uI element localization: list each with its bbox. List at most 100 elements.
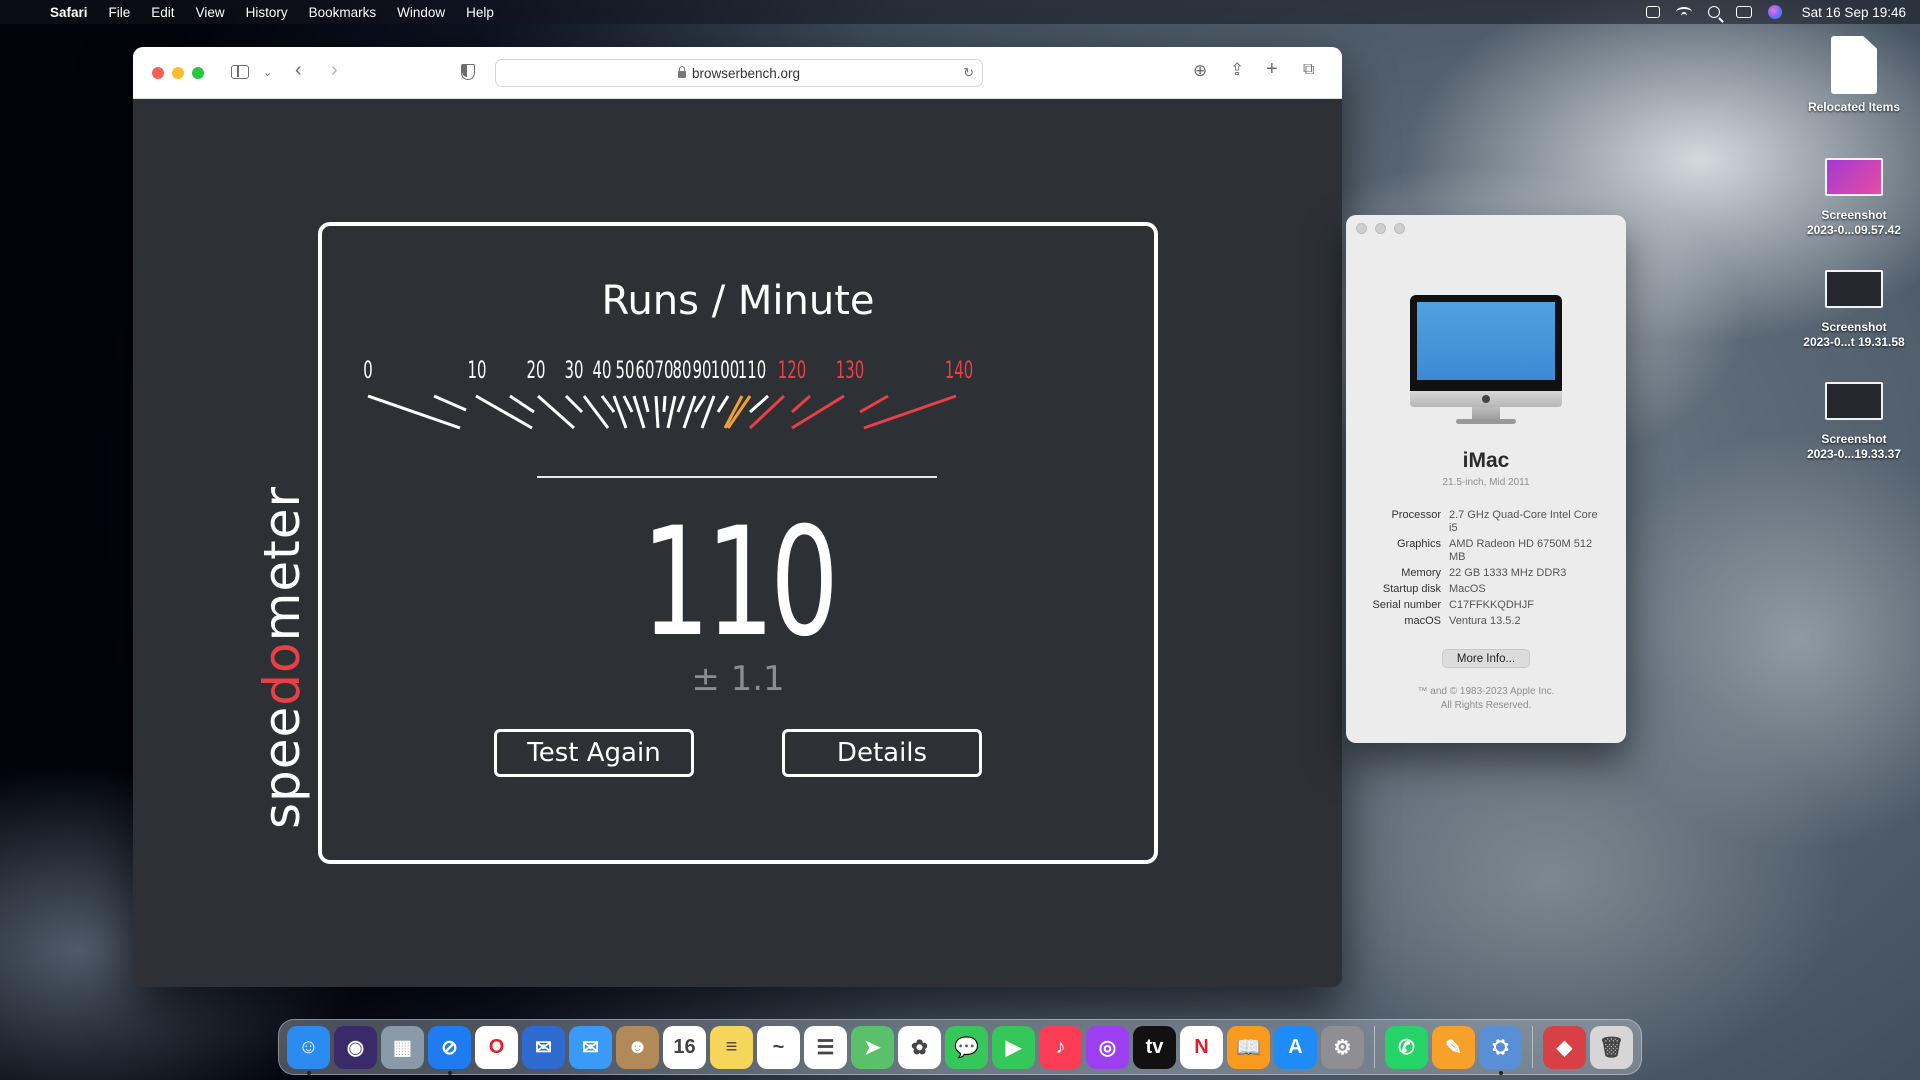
freeform-icon[interactable]: ~ <box>757 1025 800 1069</box>
menu-edit[interactable]: Edit <box>151 5 174 20</box>
spec-row: Startup disk MacOS <box>1346 583 1626 596</box>
appletv-icon[interactable]: tv <box>1133 1025 1176 1069</box>
forward-button[interactable]: › <box>331 59 338 82</box>
wifi-icon[interactable] <box>1675 7 1692 17</box>
share-icon[interactable]: ⇪ <box>1230 60 1244 80</box>
spec-row: Memory 22 GB 1333 MHz DDR3 <box>1346 567 1626 580</box>
news-icon[interactable]: N <box>1180 1025 1223 1069</box>
desktop-item-screenshot-2[interactable]: Screenshot 2023-0...t 19.31.58 <box>1789 270 1919 350</box>
gauge-tick <box>791 394 845 430</box>
menu-file[interactable]: File <box>109 5 131 20</box>
podcasts-icon[interactable]: ◎ <box>1086 1025 1129 1069</box>
gauge-tick <box>564 394 584 414</box>
spotlight-search-icon[interactable] <box>1707 6 1720 18</box>
zoom-window-button[interactable] <box>1394 223 1405 234</box>
siri-menu-icon[interactable] <box>1767 5 1782 19</box>
logo-part-1: spee <box>253 705 311 829</box>
pages-icon[interactable]: ✎ <box>1432 1025 1475 1069</box>
desktop-item-label: Relocated Items <box>1807 100 1901 114</box>
tab-overview-icon[interactable]: ⧉ <box>1303 61 1314 79</box>
menu-app-name[interactable]: Safari <box>50 5 88 20</box>
reload-icon[interactable]: ↻ <box>963 65 974 81</box>
menu-help[interactable]: Help <box>466 5 494 20</box>
notes-icon[interactable]: ≡ <box>710 1025 753 1069</box>
dock-separator <box>1532 1026 1533 1068</box>
gauge-tick <box>612 395 628 429</box>
desktop-item-sublabel: 2023-0...19.33.37 <box>1806 447 1902 461</box>
spec-row: Graphics AMD Radeon HD 6750M 512 MB <box>1346 538 1626 564</box>
thunderbird-icon[interactable]: ✉ <box>522 1025 565 1069</box>
menu-window[interactable]: Window <box>397 5 445 20</box>
safari-window: ⌄ ‹ › browserbench.org ↻ ⊕ ⇪ + ⧉ speedom… <box>133 47 1342 987</box>
menu-bookmarks[interactable]: Bookmarks <box>309 5 377 20</box>
photos-icon[interactable]: ✿ <box>898 1025 941 1069</box>
gauge-tick <box>666 395 677 429</box>
desktop-item-relocated-items[interactable]: Relocated Items <box>1789 36 1919 115</box>
close-window-button[interactable] <box>1356 223 1367 234</box>
desktop-item-label: Screenshot <box>1821 432 1887 446</box>
facetime-icon[interactable]: ▶ <box>992 1025 1035 1069</box>
app-folder-icon[interactable]: ◆ <box>1543 1025 1586 1069</box>
close-window-button[interactable] <box>152 66 164 79</box>
books-icon[interactable]: 📖 <box>1227 1025 1270 1069</box>
spec-row: Processor 2.7 GHz Quad-Core Intel Core i5 <box>1346 509 1626 535</box>
menu-bar-clock[interactable]: Sat 16 Sep 19:46 <box>1802 5 1906 20</box>
mac-model-name: iMac <box>1462 449 1510 472</box>
gauge-tick <box>509 394 535 414</box>
safari-icon[interactable]: ⊘ <box>428 1025 471 1075</box>
spec-list: Processor 2.7 GHz Quad-Core Intel Core i5… <box>1346 509 1626 631</box>
gauge-tick <box>622 395 634 413</box>
gauge-tick-label: 60 <box>636 355 655 384</box>
privacy-shield-icon[interactable] <box>461 64 475 80</box>
chevron-down-icon[interactable]: ⌄ <box>263 66 272 79</box>
running-indicator <box>448 1070 452 1075</box>
back-button[interactable]: ‹ <box>295 59 302 82</box>
appstore-icon[interactable]: A <box>1274 1025 1317 1069</box>
control-center-icon[interactable] <box>1735 6 1752 18</box>
desktop-item-screenshot-3[interactable]: Screenshot 2023-0...19.33.37 <box>1789 382 1919 462</box>
desktop-item-label: Screenshot <box>1821 320 1887 334</box>
status-item-icon[interactable] <box>1645 6 1660 18</box>
spec-value: 2.7 GHz Quad-Core Intel Core i5 <box>1449 509 1598 534</box>
disk-utility-icon[interactable]: ⛭ <box>1479 1025 1522 1075</box>
opera-icon[interactable]: O <box>475 1025 518 1069</box>
reminders-icon[interactable]: ☰ <box>804 1025 847 1069</box>
menu-history[interactable]: History <box>246 5 288 20</box>
mail-icon[interactable]: ✉ <box>569 1025 612 1069</box>
menu-view[interactable]: View <box>196 5 225 20</box>
desktop-item-screenshot-1[interactable]: Screenshot 2023-0...09.57.42 <box>1789 158 1919 238</box>
siri-icon[interactable]: ◉ <box>334 1025 377 1069</box>
details-button[interactable]: Details <box>782 729 982 777</box>
contacts-icon[interactable]: ☻ <box>616 1025 659 1069</box>
calendar-icon[interactable]: 16 <box>663 1025 706 1069</box>
gauge-tick-label: 70 <box>655 355 674 384</box>
messages-icon[interactable]: 💬 <box>945 1025 988 1069</box>
spec-key: Serial number <box>1372 599 1441 611</box>
gauge-tick-label: 120 <box>778 355 806 384</box>
address-bar[interactable]: browserbench.org ↻ <box>495 59 983 87</box>
spec-row: Serial number C17FFKKQDHJF <box>1346 599 1626 612</box>
more-info-button[interactable]: More Info... <box>1442 649 1530 668</box>
zoom-window-button[interactable] <box>192 66 204 79</box>
gauge-tick-label: 10 <box>468 355 487 384</box>
whatsapp-icon[interactable]: ✆ <box>1385 1025 1428 1069</box>
system-settings-icon[interactable]: ⚙ <box>1321 1025 1364 1069</box>
sidebar-toggle-icon[interactable] <box>231 65 249 79</box>
test-again-button[interactable]: Test Again <box>494 729 694 777</box>
spec-key: Processor <box>1391 509 1441 521</box>
minimize-window-button[interactable] <box>172 66 184 79</box>
dock-separator <box>1374 1026 1375 1068</box>
music-icon[interactable]: ♪ <box>1039 1025 1082 1069</box>
launchpad-icon[interactable]: ▦ <box>381 1025 424 1069</box>
finder-icon[interactable]: ☺ <box>287 1025 330 1075</box>
gauge-tick-label: 80 <box>673 355 692 384</box>
spec-value: AMD Radeon HD 6750M 512 MB <box>1449 538 1593 563</box>
new-tab-icon[interactable]: + <box>1266 58 1278 81</box>
gauge-tick-label: 100 <box>711 355 739 384</box>
downloads-icon[interactable]: ⊕ <box>1193 61 1207 81</box>
maps-icon[interactable]: ➤ <box>851 1025 894 1069</box>
gauge-tick-label: 130 <box>836 355 864 384</box>
minimize-window-button[interactable] <box>1375 223 1386 234</box>
trash-icon[interactable]: 🗑 <box>1590 1025 1633 1069</box>
spec-key: Startup disk <box>1382 583 1441 595</box>
